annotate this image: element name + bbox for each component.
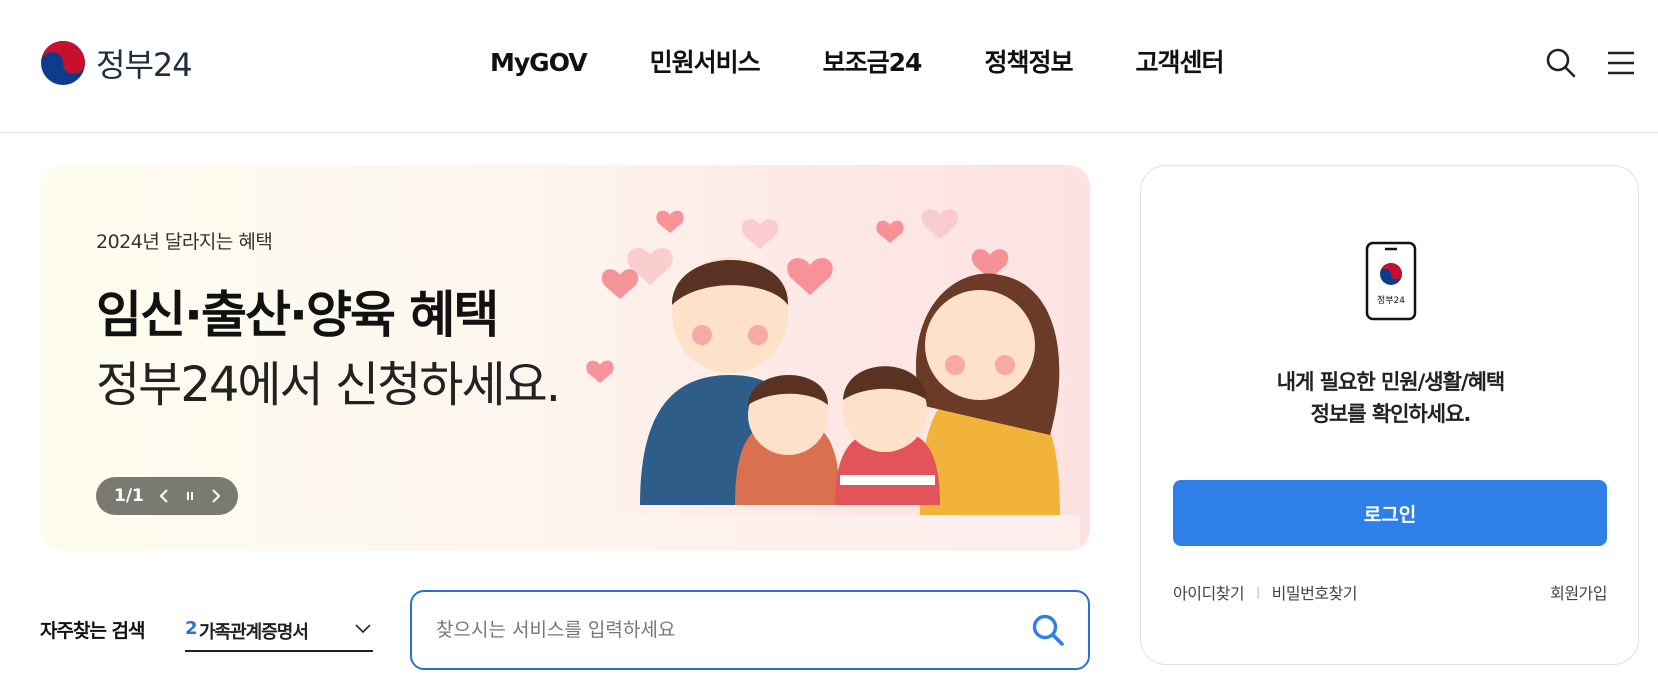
signup-link[interactable]: 회원가입 <box>1550 580 1607 604</box>
taegeuk-logo-icon <box>41 41 85 85</box>
main-nav: MyGOV 민원서비스 보조금24 정책정보 고객센터 <box>490 46 1286 80</box>
frequent-search-value: 가족관계증명서 <box>199 622 309 643</box>
login-card: 정부24 내게 필요한 민원/생활/혜택 정보를 확인하세요. 로그인 아이디찾… <box>1140 165 1639 665</box>
phone-label: 정부24 <box>1377 295 1405 306</box>
login-button[interactable]: 로그인 <box>1173 480 1607 546</box>
logo-text: 정부24 <box>96 46 193 84</box>
site-header: 정부24 MyGOV 민원서비스 보조금24 정책정보 고객센터 <box>0 0 1658 133</box>
login-message: 내게 필요한 민원/생활/혜택 정보를 확인하세요. <box>1141 366 1640 430</box>
search-input[interactable] <box>436 610 996 650</box>
site-logo[interactable]: 정부24 <box>40 40 193 86</box>
promo-banner[interactable]: 2024년 달라지는 혜택 임신·출산·양육 혜택 정부24에서 신청하세요. <box>40 165 1090 551</box>
nav-item-subsidy24[interactable]: 보조금24 <box>823 46 923 80</box>
frequent-search-rank: 2 <box>185 618 198 639</box>
banner-title-line2: 정부24에서 신청하세요. <box>96 357 561 413</box>
banner-title: 임신·출산·양육 혜택 <box>96 286 499 344</box>
frequent-search-label: 자주찾는 검색 <box>40 620 145 642</box>
link-separator: | <box>1256 585 1260 599</box>
find-password-link[interactable]: 비밀번호찾기 <box>1272 580 1358 604</box>
nav-item-customer-center[interactable]: 고객센터 <box>1135 46 1224 80</box>
frequent-search-dropdown[interactable]: 2 가족관계증명서 <box>185 608 373 652</box>
search-box <box>410 590 1090 670</box>
search-icon[interactable] <box>1544 46 1578 80</box>
search-section: 자주찾는 검색 2 가족관계증명서 <box>40 590 1090 670</box>
menu-icon[interactable] <box>1604 46 1638 80</box>
pause-icon[interactable] <box>180 486 200 506</box>
family-illustration <box>560 209 1080 551</box>
login-links: 아이디찾기 | 비밀번호찾기 회원가입 <box>1173 580 1607 604</box>
login-message-line1: 내게 필요한 민원/생활/혜택 <box>1276 370 1505 394</box>
pager-count: 1/1 <box>114 486 144 506</box>
find-id-link[interactable]: 아이디찾기 <box>1173 580 1245 604</box>
banner-pager: 1/1 <box>96 477 238 515</box>
nav-item-mygov[interactable]: MyGOV <box>490 46 588 80</box>
search-submit-icon[interactable] <box>1030 612 1066 648</box>
banner-subtitle: 2024년 달라지는 혜택 <box>96 231 273 253</box>
chevron-down-icon <box>355 624 371 634</box>
header-actions <box>1518 46 1638 80</box>
mobile-id-icon: 정부24 <box>1365 241 1417 321</box>
login-message-line2: 정보를 확인하세요. <box>1310 402 1472 426</box>
nav-item-civil-service[interactable]: 민원서비스 <box>650 46 761 80</box>
chevron-left-icon[interactable] <box>154 486 174 506</box>
chevron-right-icon[interactable] <box>206 486 226 506</box>
nav-item-policy-info[interactable]: 정책정보 <box>984 46 1073 80</box>
